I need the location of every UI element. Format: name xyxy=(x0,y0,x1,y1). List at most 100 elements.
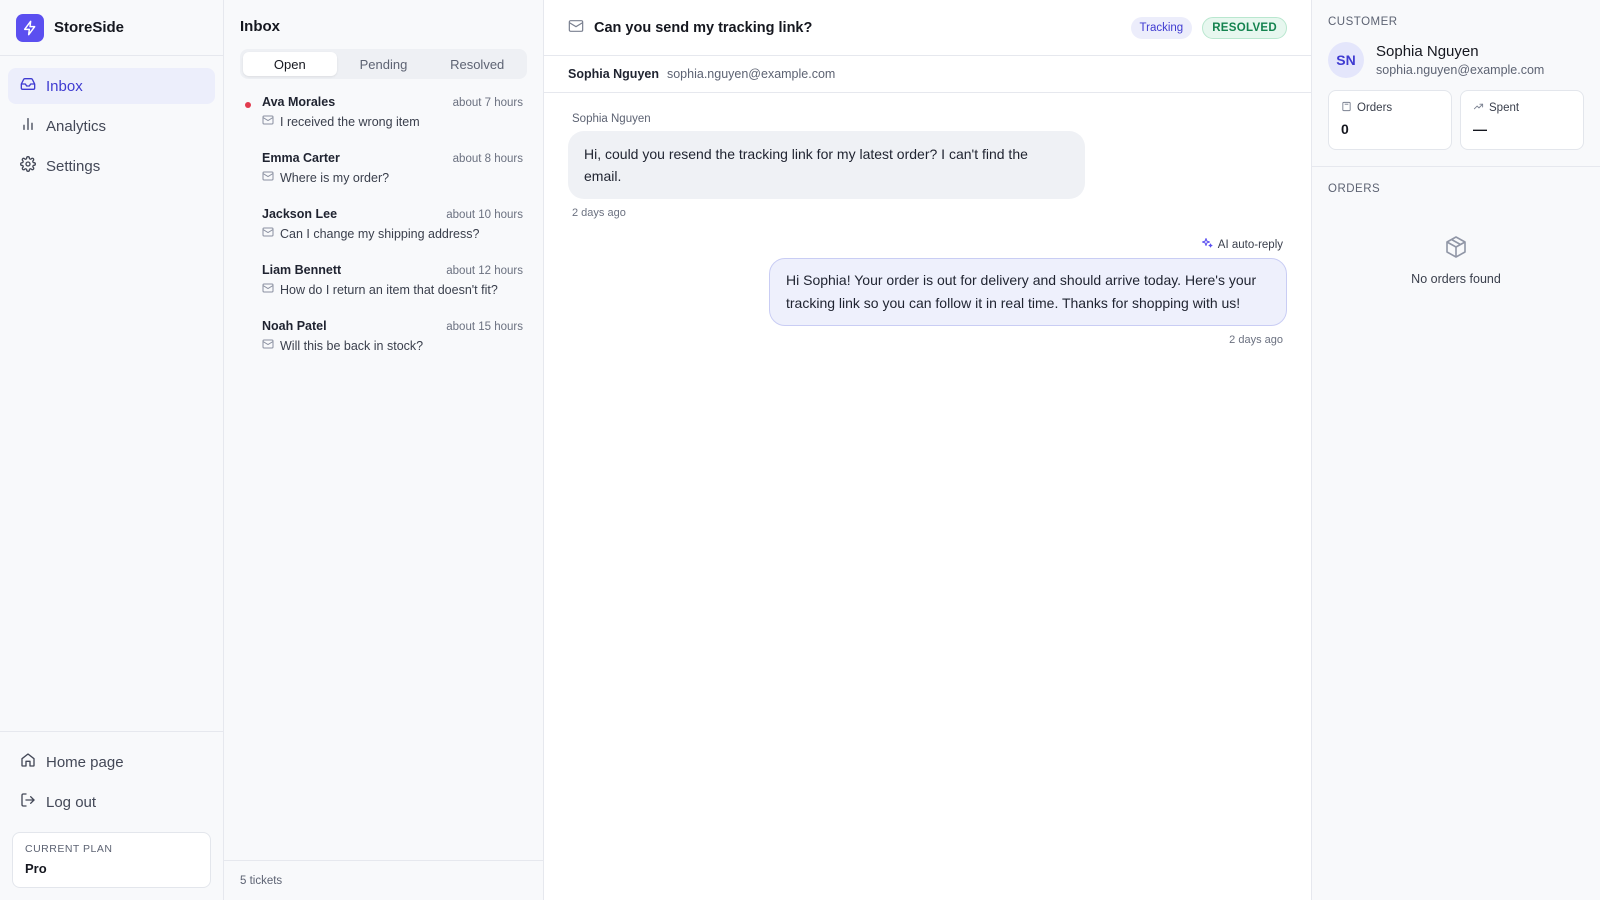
stat-spent: Spent — xyxy=(1460,90,1584,150)
brand-name: StoreSide xyxy=(54,19,125,36)
home-icon xyxy=(20,752,36,772)
meta-customer-email: sophia.nguyen@example.com xyxy=(666,67,836,81)
ticket-customer-name: Jackson Lee xyxy=(262,207,338,221)
status-tabs: Open Pending Resolved xyxy=(240,49,527,79)
message-author: Sophia Nguyen xyxy=(572,113,651,125)
stat-value: — xyxy=(1473,121,1487,137)
sparkle-icon xyxy=(1201,237,1213,252)
nav-item-log-out[interactable]: Log out xyxy=(8,784,215,820)
ticket-time: about 15 hours xyxy=(446,321,523,333)
tab-open[interactable]: Open xyxy=(243,52,337,76)
list-header: Inbox Open Pending Resolved xyxy=(224,0,543,79)
nav-item-analytics[interactable]: Analytics xyxy=(8,108,215,144)
lightning-logo-icon xyxy=(16,13,44,42)
customer-section-label: Customer xyxy=(1328,16,1398,28)
customer-email: sophia.nguyen@example.com xyxy=(1376,63,1545,77)
stat-label: Spent xyxy=(1489,102,1520,114)
list-title: Inbox xyxy=(240,18,280,35)
gear-icon xyxy=(20,156,36,176)
mail-icon xyxy=(262,282,274,297)
logout-icon xyxy=(20,792,36,812)
orders-empty-text: No orders found xyxy=(1411,272,1501,286)
ticket-row[interactable]: Liam Bennett about 12 hours How do I ret… xyxy=(232,255,535,311)
mail-icon xyxy=(262,226,274,241)
stat-label: Orders xyxy=(1357,102,1393,114)
customer-stats: Orders 0 Spent — xyxy=(1328,90,1584,150)
package-icon xyxy=(1444,235,1468,262)
conversation-meta: Sophia Nguyen sophia.nguyen@example.com xyxy=(544,56,1311,93)
mail-icon xyxy=(568,18,584,37)
nav-item-home-page[interactable]: Home page xyxy=(8,744,215,780)
bar-chart-icon xyxy=(20,116,36,136)
ticket-time: about 10 hours xyxy=(446,209,523,221)
customer-panel: Customer SN Sophia Nguyen sophia.nguyen@… xyxy=(1312,0,1600,900)
current-plan-card: Current plan Pro xyxy=(12,832,211,888)
ticket-row[interactable]: Ava Morales about 7 hours I received the… xyxy=(232,87,535,143)
ticket-row[interactable]: Jackson Lee about 10 hours Can I change … xyxy=(232,199,535,255)
ticket-list: Ava Morales about 7 hours I received the… xyxy=(224,79,543,375)
ticket-count: 5 tickets xyxy=(224,860,543,900)
outgoing-message: AI auto-reply Hi Sophia! Your order is o… xyxy=(568,237,1287,346)
avatar: SN xyxy=(1328,42,1364,78)
main-nav: Inbox Analytics Settings xyxy=(0,56,223,196)
nav-label: Home page xyxy=(46,753,124,771)
ticket-customer-name: Noah Patel xyxy=(262,319,327,333)
ticket-subject: Will this be back in stock? xyxy=(280,338,424,353)
message-thread: Sophia Nguyen Hi, could you resend the t… xyxy=(544,93,1311,366)
trend-up-icon xyxy=(1473,101,1484,115)
tab-pending[interactable]: Pending xyxy=(337,52,431,76)
ticket-row[interactable]: Noah Patel about 15 hours Will this be b… xyxy=(232,311,535,367)
ticket-customer-name: Emma Carter xyxy=(262,151,340,165)
nav-label: Inbox xyxy=(46,77,83,95)
ticket-subject: How do I return an item that doesn't fit… xyxy=(280,282,498,297)
mail-icon xyxy=(262,114,274,129)
ticket-subject: I received the wrong item xyxy=(280,114,420,129)
status-badge: RESOLVED xyxy=(1202,16,1287,39)
sidebar: StoreSide Inbox Analytics Settings Home … xyxy=(0,0,224,900)
sidebar-bottom: Home page Log out Current plan Pro xyxy=(0,731,223,900)
nav-item-inbox[interactable]: Inbox xyxy=(8,68,215,104)
stat-orders: Orders 0 xyxy=(1328,90,1452,150)
plan-label: Current plan xyxy=(25,843,113,855)
customer-section: Customer SN Sophia Nguyen sophia.nguyen@… xyxy=(1312,0,1600,167)
ticket-row[interactable]: Emma Carter about 8 hours Where is my or… xyxy=(232,143,535,199)
brand: StoreSide xyxy=(0,0,223,56)
outgoing-bubble: Hi Sophia! Your order is out for deliver… xyxy=(769,258,1287,326)
nav-item-settings[interactable]: Settings xyxy=(8,148,215,184)
message-time: 2 days ago xyxy=(572,207,626,219)
app: StoreSide Inbox Analytics Settings Home … xyxy=(0,0,1600,900)
conversation-title: Can you send my tracking link? xyxy=(594,19,813,36)
ticket-customer-name: Liam Bennett xyxy=(262,263,342,277)
mail-icon xyxy=(262,338,274,353)
ticket-subject: Where is my order? xyxy=(280,170,390,185)
nav-label: Settings xyxy=(46,157,101,175)
ticket-subject: Can I change my shipping address? xyxy=(280,226,480,241)
conversation-panel: Can you send my tracking link? Tracking … xyxy=(544,0,1312,900)
orders-section: Orders No orders found xyxy=(1312,167,1600,302)
ticket-time: about 7 hours xyxy=(452,97,523,109)
nav-label: Analytics xyxy=(46,117,107,135)
ticket-customer-name: Ava Morales xyxy=(262,95,336,109)
stat-value: 0 xyxy=(1341,121,1349,137)
bag-icon xyxy=(1341,101,1352,115)
customer-name: Sophia Nguyen xyxy=(1376,43,1479,60)
unread-dot xyxy=(245,102,251,108)
incoming-message: Sophia Nguyen Hi, could you resend the t… xyxy=(568,113,1287,219)
mail-icon xyxy=(262,170,274,185)
tag-badge: Tracking xyxy=(1130,16,1193,39)
incoming-bubble: Hi, could you resend the tracking link f… xyxy=(568,131,1085,199)
tab-resolved[interactable]: Resolved xyxy=(430,52,524,76)
ticket-list-panel: Inbox Open Pending Resolved Ava Morales … xyxy=(224,0,544,900)
conversation-header: Can you send my tracking link? Tracking … xyxy=(544,0,1311,56)
message-time: 2 days ago xyxy=(1229,334,1283,346)
ticket-time: about 8 hours xyxy=(452,153,523,165)
nav-label: Log out xyxy=(46,793,97,811)
ticket-time: about 12 hours xyxy=(446,265,523,277)
ai-label-text: AI auto-reply xyxy=(1217,238,1283,251)
inbox-icon xyxy=(20,76,36,96)
customer-identity: SN Sophia Nguyen sophia.nguyen@example.c… xyxy=(1328,42,1584,78)
ai-auto-reply-label: AI auto-reply xyxy=(1201,237,1287,252)
orders-section-label: Orders xyxy=(1328,183,1381,195)
